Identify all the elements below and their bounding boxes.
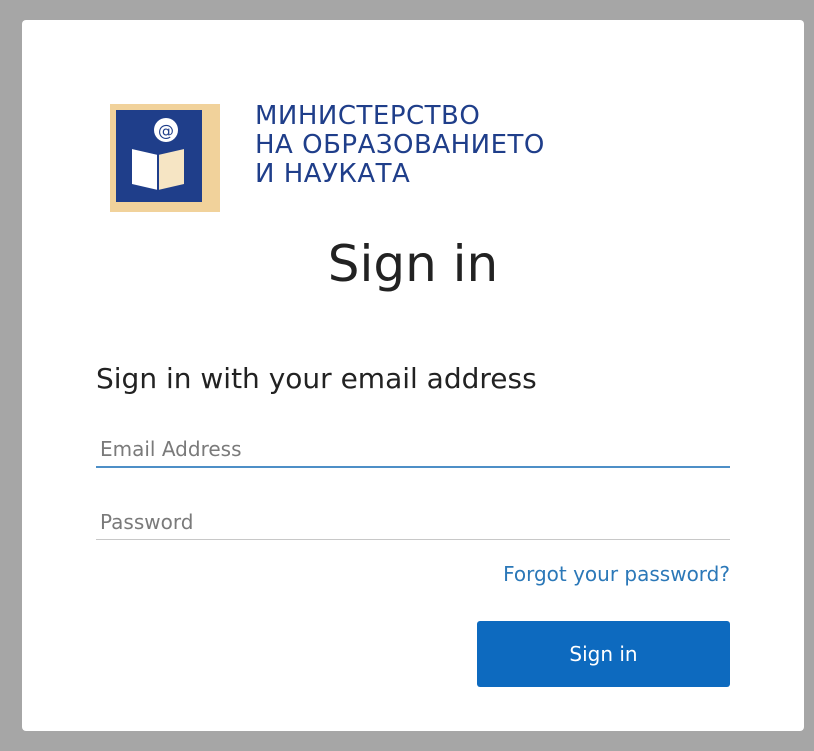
forgot-password-link[interactable]: Forgot your password?: [503, 562, 730, 586]
ministry-name-line2: НА ОБРАЗОВАНИЕТО: [255, 130, 545, 160]
ministry-logo: @ МИНИСТЕРСТВО НА ОБРАЗОВАНИЕТО И НАУКАТ…: [110, 92, 650, 212]
page-title: Sign in: [327, 235, 499, 293]
ministry-name-line3: И НАУКАТА: [255, 159, 411, 189]
ministry-name-line1: МИНИСТЕРСТВО: [255, 101, 481, 131]
svg-text:@: @: [158, 121, 174, 140]
window-frame: @ МИНИСТЕРСТВО НА ОБРАЗОВАНИЕТО И НАУКАТ…: [12, 12, 804, 739]
sign-in-card: @ МИНИСТЕРСТВО НА ОБРАЗОВАНИЕТО И НАУКАТ…: [22, 20, 804, 731]
ministry-name: МИНИСТЕРСТВО НА ОБРАЗОВАНИЕТО И НАУКАТА: [255, 102, 545, 189]
password-input[interactable]: [96, 504, 730, 540]
sign-in-button[interactable]: Sign in: [477, 621, 730, 687]
form-subtitle: Sign in with your email address: [96, 362, 537, 395]
book-at-sign-icon: @: [110, 104, 220, 212]
email-input[interactable]: [96, 432, 730, 468]
